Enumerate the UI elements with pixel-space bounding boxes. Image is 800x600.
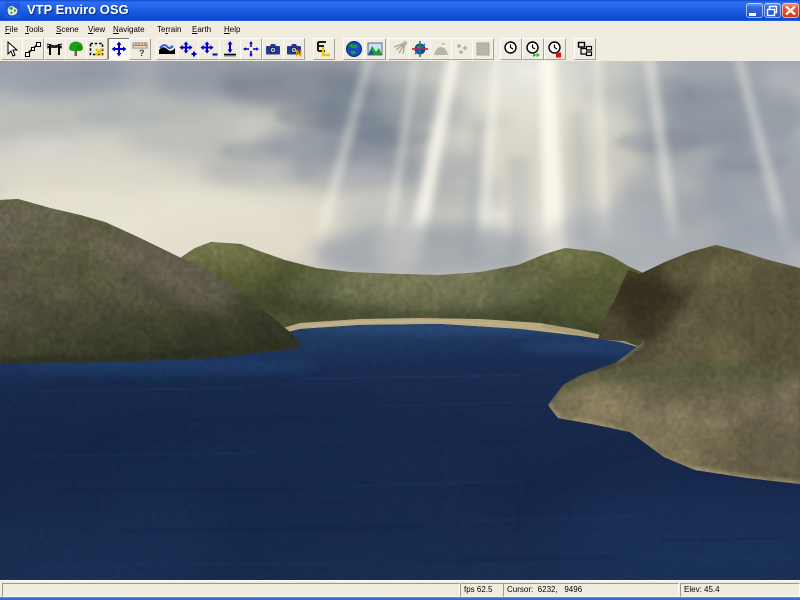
- svg-text:?: ?: [139, 48, 145, 58]
- svg-text:N: N: [296, 49, 303, 59]
